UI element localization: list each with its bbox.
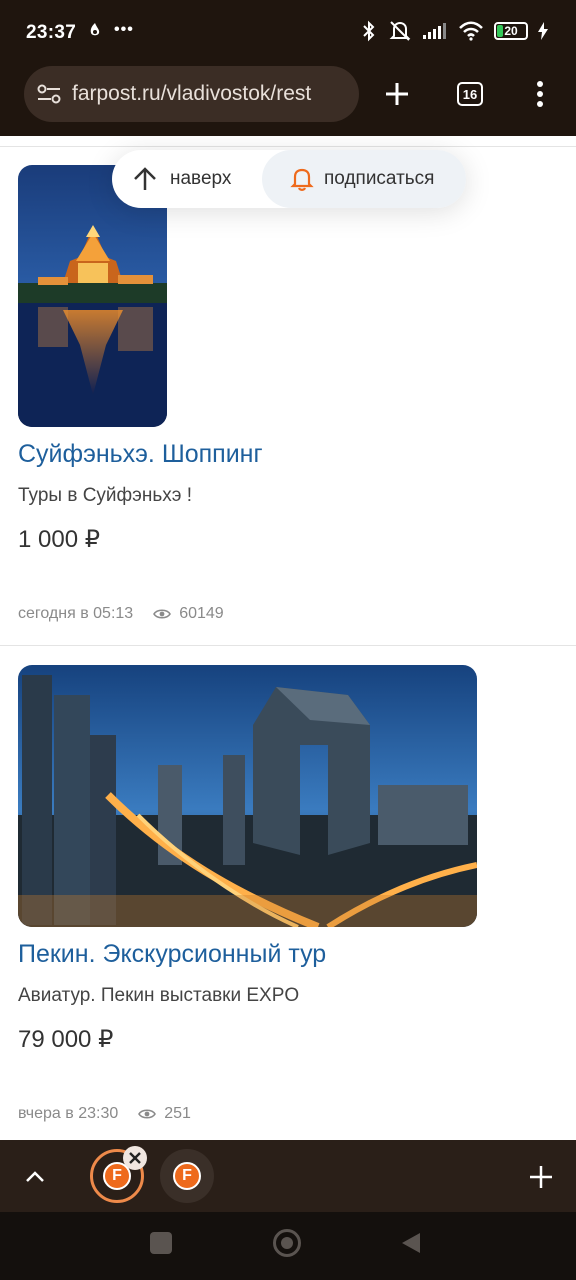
battery-percent: 20: [504, 24, 518, 38]
plus-icon: [386, 83, 408, 105]
listing-date: сегодня в 05:13: [18, 605, 134, 622]
status-bar: 23:37 ••• 20: [0, 0, 576, 64]
subscribe-label: подписаться: [324, 168, 435, 189]
site-settings-icon[interactable]: [36, 83, 62, 105]
bluetooth-icon: [363, 20, 375, 42]
listing-description: Туры в Суйфэньхэ !: [18, 485, 193, 506]
eye-icon: [153, 609, 172, 619]
divider: [0, 146, 576, 147]
status-right-icons: 20: [360, 20, 548, 42]
status-left-icons: •••: [86, 21, 134, 39]
signal-icon: [423, 23, 446, 39]
more-vert-icon: [537, 81, 543, 107]
battery-indicator: 20: [494, 22, 528, 40]
close-tab-button[interactable]: [123, 1146, 147, 1170]
tab-strip: F F: [0, 1140, 576, 1212]
listing-description: Авиатур. Пекин выставки EXPO: [18, 985, 300, 1006]
listing-image-beijing[interactable]: [18, 665, 477, 927]
add-tab-button[interactable]: [526, 1162, 556, 1192]
views-count: 251: [164, 1105, 191, 1122]
url-text[interactable]: farpost.ru/vladivostok/rest: [72, 82, 348, 106]
wifi-icon: [459, 21, 483, 41]
system-nav-bar: [0, 1212, 576, 1280]
scroll-to-top-button[interactable]: наверх: [112, 150, 262, 208]
notification-app-icon: [90, 23, 100, 36]
divider: [0, 645, 576, 646]
listing-price: 1 000 ₽: [18, 526, 100, 553]
tab-switcher-button[interactable]: 16: [450, 76, 490, 112]
expand-tabs-button[interactable]: [20, 1162, 50, 1190]
plus-icon: [530, 1166, 552, 1188]
new-tab-button[interactable]: [377, 76, 417, 112]
back-button[interactable]: [400, 1231, 422, 1255]
floating-actions: наверх подписаться: [112, 150, 466, 208]
subscribe-button[interactable]: подписаться: [262, 150, 466, 208]
close-icon: [129, 1152, 141, 1164]
charging-icon: [538, 22, 548, 40]
chevron-up-icon: [26, 1171, 44, 1182]
listing-title[interactable]: Пекин. Экскурсионный тур: [18, 940, 326, 969]
address-bar[interactable]: farpost.ru/vladivostok/rest: [24, 66, 359, 122]
listing-title[interactable]: Суйфэньхэ. Шоппинг: [18, 440, 263, 469]
battery-fill: [497, 25, 503, 37]
home-dot: [281, 1237, 293, 1249]
scroll-to-top-label: наверх: [170, 168, 232, 189]
status-time: 23:37: [26, 22, 77, 43]
tab-thumb[interactable]: F: [160, 1149, 214, 1203]
listing-meta: вчера в 23:30 251: [18, 1105, 191, 1123]
status-more-dots: •••: [114, 21, 134, 38]
bell-icon: [290, 168, 314, 191]
views-counter: 60149: [153, 605, 224, 623]
browser-menu-button[interactable]: [520, 76, 560, 112]
views-count: 60149: [179, 605, 224, 622]
listing-date: вчера в 23:30: [18, 1105, 119, 1122]
views-counter: 251: [138, 1105, 191, 1123]
eye-icon: [138, 1109, 157, 1119]
favicon: F: [173, 1162, 201, 1190]
tab-count: 16: [457, 82, 483, 106]
page-content: Суйфэньхэ. Шоппинг Туры в Суйфэньхэ ! 1 …: [0, 136, 576, 1140]
home-button[interactable]: [273, 1229, 301, 1257]
recents-button[interactable]: [150, 1232, 172, 1254]
arrow-up-icon: [134, 167, 156, 190]
browser-toolbar: farpost.ru/vladivostok/rest 16: [0, 64, 576, 136]
mute-icon: [389, 21, 411, 41]
listing-price: 79 000 ₽: [18, 1026, 114, 1053]
listing-meta: сегодня в 05:13 60149: [18, 605, 224, 623]
